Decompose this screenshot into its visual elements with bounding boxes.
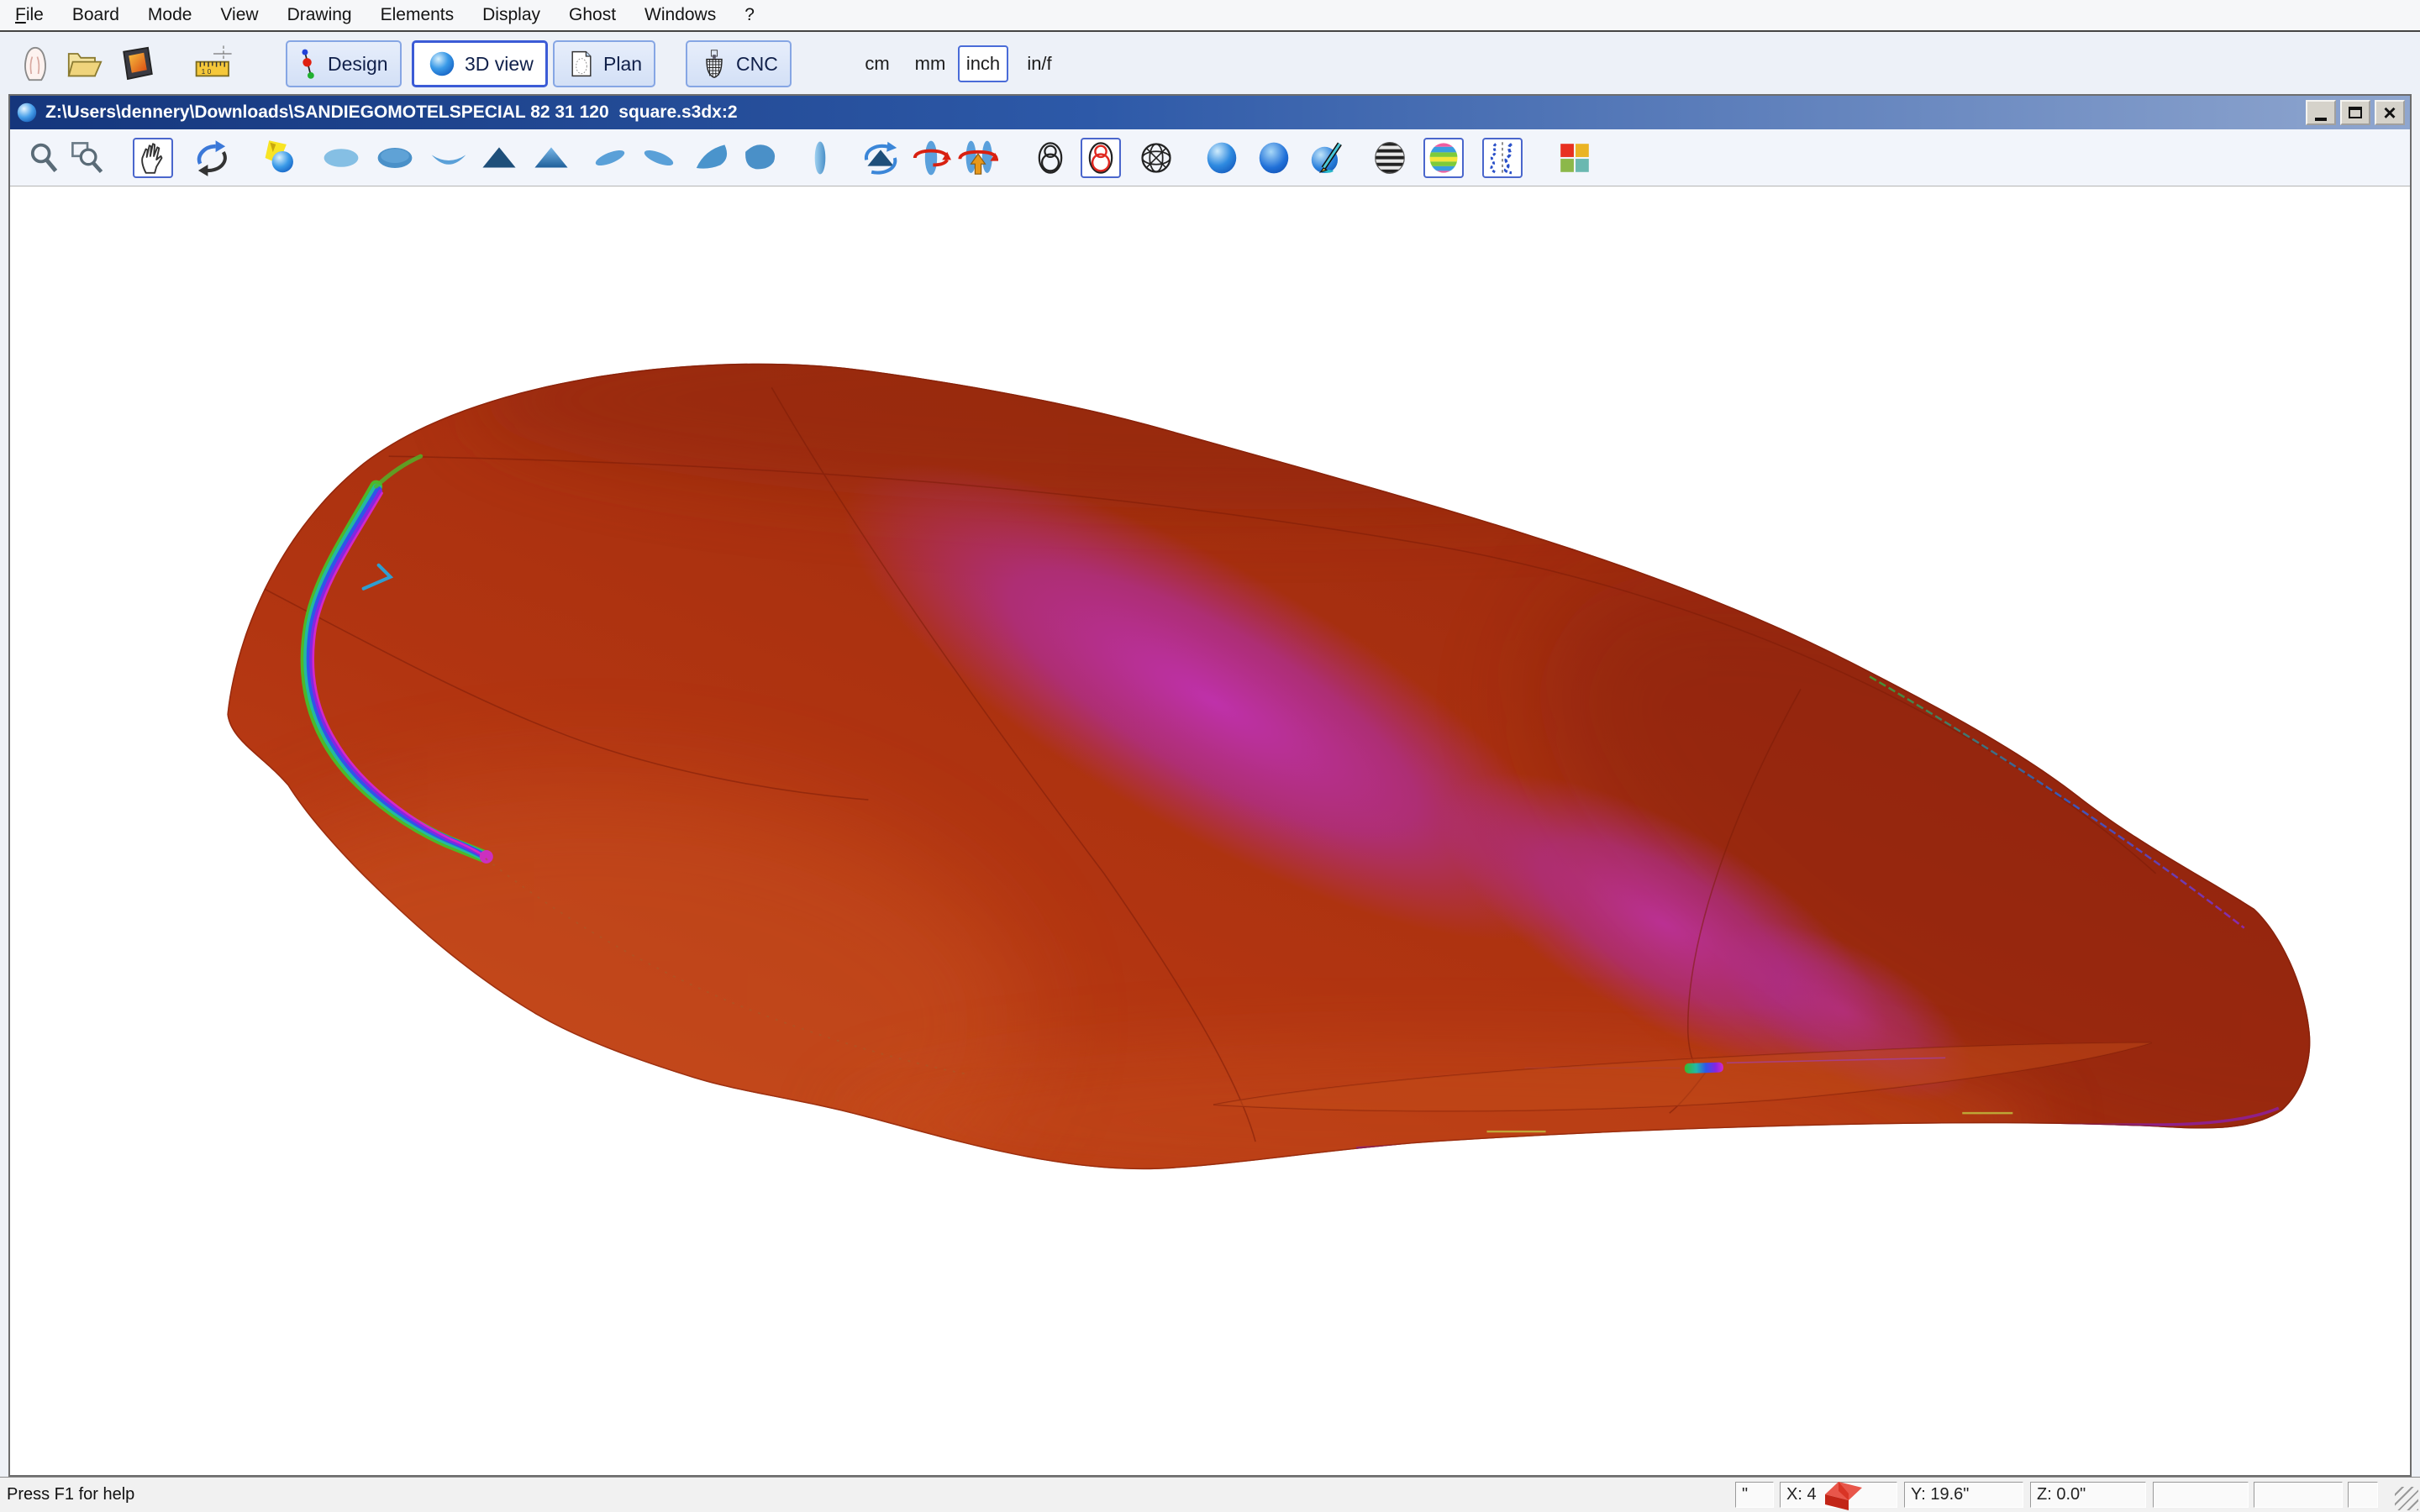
- status-extra-field-2: [2254, 1482, 2343, 1508]
- menu-item-elements[interactable]: Elements: [381, 5, 455, 25]
- menu-item-drawing[interactable]: Drawing: [287, 5, 352, 25]
- menu-item-board[interactable]: Board: [72, 5, 119, 25]
- menu-item-ghost[interactable]: Ghost: [569, 5, 616, 25]
- unit-mm[interactable]: mm: [906, 45, 955, 82]
- menu-item-display[interactable]: Display: [482, 5, 540, 25]
- rotate-front-icon[interactable]: [860, 138, 901, 178]
- plan-button-label: Plan: [603, 53, 642, 76]
- plan-doc-icon: [566, 49, 597, 79]
- light-pointer-icon[interactable]: [260, 138, 301, 178]
- view-petal-left-icon[interactable]: [590, 138, 630, 178]
- zoom-icon[interactable]: [24, 138, 64, 178]
- view-front-shaded-icon[interactable]: [531, 138, 571, 178]
- status-y-field: Y: 19.6": [1904, 1482, 2023, 1508]
- svg-text:1 0: 1 0: [202, 67, 212, 76]
- view-bottom-icon[interactable]: [429, 138, 469, 178]
- document-window: Z:\Users\dennery\Downloads\SANDIEGOMOTEL…: [8, 94, 2412, 1477]
- menu-item-view[interactable]: View: [220, 5, 258, 25]
- close-icon: ×: [2383, 102, 2396, 123]
- menu-item-windows[interactable]: Windows: [644, 5, 716, 25]
- pan-hand-icon[interactable]: [133, 138, 173, 178]
- view-outline-icon[interactable]: [800, 138, 840, 178]
- ruler-icon[interactable]: 1 0: [193, 44, 234, 84]
- close-button[interactable]: ×: [2375, 100, 2405, 125]
- design-button-label: Design: [328, 53, 388, 76]
- render-stripes-icon[interactable]: [1370, 138, 1410, 178]
- curve-compare-icon[interactable]: [1482, 138, 1523, 178]
- 3d-viewport[interactable]: [10, 186, 2410, 1475]
- resize-grip[interactable]: [2395, 1487, 2418, 1510]
- main-toolbar: 1 0 Design 3D view Plan CNC cm mm inch i…: [0, 34, 2420, 94]
- maximize-button[interactable]: [2340, 100, 2370, 125]
- document-title: Z:\Users\dennery\Downloads\SANDIEGOMOTEL…: [45, 102, 738, 123]
- cnc-button-label: CNC: [736, 53, 778, 76]
- application-window: File Board Mode View Drawing Elements Di…: [0, 0, 2420, 1512]
- mesh-wire-icon[interactable]: [1136, 138, 1176, 178]
- maximize-icon: [2349, 107, 2362, 118]
- render-smooth-icon[interactable]: [1254, 138, 1294, 178]
- menu-item-file[interactable]: File: [15, 5, 44, 25]
- color-palette-icon[interactable]: [1555, 138, 1595, 178]
- window-controls: ×: [2306, 100, 2410, 125]
- cnc-tool-icon: [699, 49, 729, 79]
- open-folder-icon[interactable]: [65, 44, 105, 84]
- status-bar: Press F1 for help " X: 4 Y: 19.6" Z: 0.0…: [0, 1477, 2420, 1512]
- unit-inch[interactable]: inch: [958, 45, 1008, 82]
- 3d-view-mode-button[interactable]: 3D view: [412, 40, 548, 87]
- hand-board-icon[interactable]: [15, 44, 55, 84]
- spin-board-up-icon[interactable]: [958, 138, 998, 178]
- document-titlebar[interactable]: Z:\Users\dennery\Downloads\SANDIEGOMOTEL…: [10, 96, 2410, 129]
- rotate-3d-icon[interactable]: [192, 138, 232, 178]
- red-logo-cursor-icon: [1822, 1479, 1865, 1511]
- status-unit-field: ": [1735, 1482, 1774, 1508]
- design-nodes-icon: [299, 47, 321, 81]
- view-top-shaded-icon[interactable]: [375, 138, 415, 178]
- slices-red-icon[interactable]: [1081, 138, 1121, 178]
- save-icon[interactable]: [118, 44, 158, 84]
- minimize-icon: [2315, 118, 2327, 121]
- sphere-3d-icon: [426, 48, 458, 80]
- view-rail-blob-icon[interactable]: [739, 138, 780, 178]
- design-mode-button[interactable]: Design: [286, 40, 402, 87]
- slices-wire-icon[interactable]: [1030, 138, 1071, 178]
- render-paint-icon[interactable]: [1307, 138, 1348, 178]
- status-extra-field-3: [2348, 1482, 2378, 1508]
- view-top-flat-icon[interactable]: [321, 138, 361, 178]
- unit-cm[interactable]: cm: [854, 45, 901, 82]
- spin-board-icon[interactable]: [911, 138, 951, 178]
- minimize-button[interactable]: [2306, 100, 2336, 125]
- view-rail-wedge-icon[interactable]: [692, 138, 733, 178]
- view-front-flat-icon[interactable]: [479, 138, 519, 178]
- menu-item-mode[interactable]: Mode: [148, 5, 192, 25]
- 3d-view-button-label: 3D view: [465, 53, 534, 76]
- cnc-mode-button[interactable]: CNC: [686, 40, 792, 87]
- status-extra-field-1: [2153, 1482, 2249, 1508]
- unit-in-f[interactable]: in/f: [1013, 45, 1065, 82]
- menu-bar: File Board Mode View Drawing Elements Di…: [0, 0, 2420, 32]
- view-toolbar: [10, 129, 2410, 186]
- surfboard-3d-render: [10, 186, 2410, 1475]
- zoom-window-icon[interactable]: [67, 138, 108, 178]
- view-petal-right-icon[interactable]: [639, 138, 679, 178]
- render-sphere-icon[interactable]: [1202, 138, 1242, 178]
- status-help-text: Press F1 for help: [7, 1485, 134, 1504]
- render-curvature-icon[interactable]: [1423, 138, 1464, 178]
- menu-item-help[interactable]: ?: [744, 5, 755, 25]
- app-sphere-icon: [15, 101, 39, 124]
- status-z-field: Z: 0.0": [2030, 1482, 2146, 1508]
- plan-mode-button[interactable]: Plan: [553, 40, 655, 87]
